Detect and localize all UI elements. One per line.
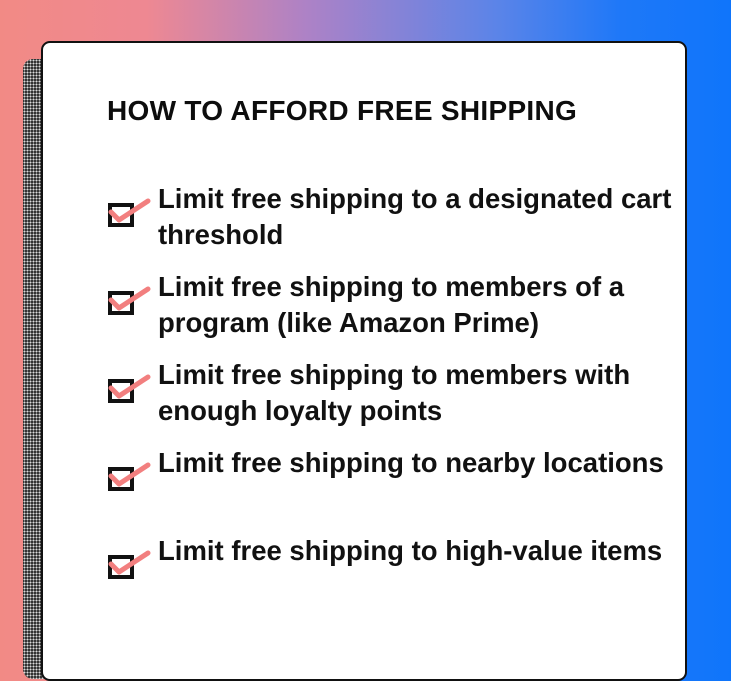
checked-box-icon (108, 198, 151, 227)
checklist-item-text: Limit free shipping to high-value items (158, 535, 663, 566)
checklist-item-text: Limit free shipping to a designated cart… (158, 183, 672, 250)
checklist-item: Limit free shipping to high-value items (107, 531, 687, 619)
checked-box-icon (108, 286, 151, 315)
checklist-item: Limit free shipping to members with enou… (107, 355, 687, 443)
checklist-item-text: Limit free shipping to nearby locations (158, 447, 664, 478)
checklist-item-text: Limit free shipping to members with enou… (158, 359, 631, 426)
checklist-item-text: Limit free shipping to members of a prog… (158, 271, 625, 338)
checklist-item: Limit free shipping to nearby locations (107, 443, 687, 531)
checklist-item: Limit free shipping to a designated cart… (107, 179, 687, 267)
checklist: Limit free shipping to a designated cart… (107, 179, 687, 619)
checked-box-icon (108, 550, 151, 579)
info-card: HOW TO AFFORD FREE SHIPPING Limit free s… (41, 41, 687, 681)
checked-box-icon (108, 462, 151, 491)
card-title: HOW TO AFFORD FREE SHIPPING (107, 95, 578, 126)
checked-box-icon (108, 374, 151, 403)
checklist-item: Limit free shipping to members of a prog… (107, 267, 687, 355)
